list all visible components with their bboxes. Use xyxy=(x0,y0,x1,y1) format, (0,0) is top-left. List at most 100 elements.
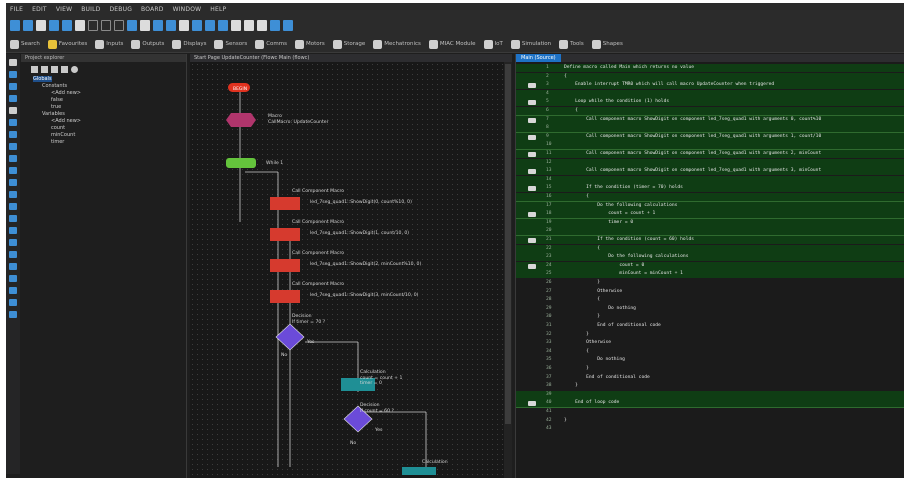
side-tool-icon[interactable] xyxy=(9,131,17,138)
call-macro-node-3[interactable] xyxy=(270,259,300,272)
code-lines[interactable]: 1 Define macro called Main which returns … xyxy=(516,64,904,478)
code-line[interactable]: 3 Enable interrupt TMR0 which will call … xyxy=(516,81,904,90)
code-line[interactable]: 34 { xyxy=(516,348,904,356)
copy-icon[interactable] xyxy=(62,20,72,31)
find-icon[interactable] xyxy=(114,20,124,31)
code-line[interactable]: 6 { xyxy=(516,107,904,115)
flowchart-scroll-thumb[interactable] xyxy=(505,64,511,424)
flowchart-scrollbar[interactable] xyxy=(504,62,512,478)
side-tool-icon[interactable] xyxy=(9,179,17,186)
code-line[interactable]: 15 If the condition (timer = 70) holds xyxy=(516,184,904,193)
code-line[interactable]: 9 Call component macro ShowDigit on comp… xyxy=(516,132,904,141)
side-tool-icon[interactable] xyxy=(9,251,17,258)
side-tool-icon[interactable] xyxy=(9,83,17,90)
code-line[interactable]: 22 { xyxy=(516,244,904,253)
toolbar-search-button[interactable]: Search xyxy=(10,39,40,49)
side-tool-icon[interactable] xyxy=(9,239,17,246)
code-line[interactable]: 30 } xyxy=(516,313,904,321)
toolbar-iot-button[interactable]: IoT xyxy=(483,39,503,49)
code-line[interactable]: 16 { xyxy=(516,193,904,201)
tree-item[interactable]: Variables xyxy=(21,111,186,118)
explorer-view-icon[interactable] xyxy=(31,65,38,73)
code-line[interactable]: 19 timer = 0 xyxy=(516,218,904,227)
code-line[interactable]: 29 Do nothing xyxy=(516,305,904,313)
toolbar-miac-module-button[interactable]: MIAC Module xyxy=(428,39,476,49)
menu-help[interactable]: HELP xyxy=(210,6,226,13)
call-macro-node-2[interactable] xyxy=(270,228,300,241)
tree-item[interactable]: <Add new> xyxy=(21,90,186,97)
tree-item[interactable]: Globals xyxy=(21,76,186,83)
code-line[interactable]: 14 xyxy=(516,175,904,184)
cut-icon[interactable] xyxy=(49,20,59,31)
menu-debug[interactable]: DEBUG xyxy=(109,6,132,13)
toolbar-shapes-button[interactable]: Shapes xyxy=(591,39,623,49)
code-line[interactable]: 26 } xyxy=(516,279,904,287)
code-line[interactable]: 2{ xyxy=(516,72,904,81)
side-tool-icon[interactable] xyxy=(9,227,17,234)
code-line[interactable]: 21 If the condition (count = 60) holds xyxy=(516,236,904,244)
flowchart-tabs[interactable]: Start Page UpdateCounter (Flowc Main (fl… xyxy=(190,54,512,62)
side-tool-icon[interactable] xyxy=(9,107,17,114)
code-line[interactable]: 42} xyxy=(516,417,904,425)
code-line[interactable]: 12 xyxy=(516,158,904,167)
explorer-list-icon[interactable] xyxy=(41,65,48,73)
redo-icon[interactable] xyxy=(101,20,111,31)
toolbar-comms-button[interactable]: Comms xyxy=(255,39,287,49)
window-icon[interactable] xyxy=(270,20,280,31)
help-icon[interactable] xyxy=(283,20,293,31)
tree-item[interactable]: count xyxy=(21,125,186,132)
code-line[interactable]: 27 Otherwise xyxy=(516,288,904,296)
paste-icon[interactable] xyxy=(75,20,85,31)
code-line[interactable]: 5 Loop while the condition (1) holds xyxy=(516,98,904,107)
code-line[interactable]: 41 xyxy=(516,408,904,416)
side-tool-icon[interactable] xyxy=(9,311,17,318)
toolbar-simulation-button[interactable]: Simulation xyxy=(510,39,551,49)
code-tab-main[interactable]: Main (Source) xyxy=(516,54,561,62)
code-line[interactable]: 31 End of conditional code xyxy=(516,322,904,330)
code-line[interactable]: 17 Do the following calculations xyxy=(516,201,904,210)
code-line[interactable]: 43 xyxy=(516,425,904,433)
code-line[interactable]: 23 Do the following calculations xyxy=(516,253,904,262)
side-tool-icon[interactable] xyxy=(9,59,17,66)
side-tool-icon[interactable] xyxy=(9,299,17,306)
flowchart-canvas[interactable]: BEGIN Macro CallMacro: UpdateCounter Whi… xyxy=(190,62,504,478)
side-tool-icon[interactable] xyxy=(9,143,17,150)
code-line[interactable]: 40 End of loop code xyxy=(516,399,904,408)
code-line[interactable]: 25 minCount = minCount + 1 xyxy=(516,270,904,279)
step-icon[interactable] xyxy=(205,20,215,31)
toolbar-displays-button[interactable]: Displays xyxy=(172,39,206,49)
zoom-in-icon[interactable] xyxy=(127,20,137,31)
loop-node[interactable] xyxy=(226,158,256,168)
code-line[interactable]: 35 Do nothing xyxy=(516,356,904,364)
tree-item[interactable]: true xyxy=(21,104,186,111)
code-line[interactable]: 1 Define macro called Main which returns … xyxy=(516,64,904,72)
toolbar-tools-button[interactable]: Tools xyxy=(559,39,584,49)
code-line[interactable]: 39 xyxy=(516,390,904,399)
code-line[interactable]: 8 xyxy=(516,124,904,133)
calculation-node-2[interactable] xyxy=(402,467,436,475)
side-tool-icon[interactable] xyxy=(9,203,17,210)
code-line[interactable]: 11 Call component macro ShowDigit on com… xyxy=(516,150,904,158)
code-line[interactable]: 37 End of conditional code xyxy=(516,374,904,382)
tree-item[interactable]: timer xyxy=(21,139,186,146)
zoom-out-icon[interactable] xyxy=(140,20,150,31)
new-file-icon[interactable] xyxy=(10,20,20,31)
side-tool-icon[interactable] xyxy=(9,263,17,270)
code-line[interactable]: 10 xyxy=(516,141,904,150)
save-icon[interactable] xyxy=(36,20,46,31)
menu-board[interactable]: BOARD xyxy=(141,6,164,13)
toolbar-favourites-button[interactable]: Favourites xyxy=(47,39,87,49)
side-tool-icon[interactable] xyxy=(9,95,17,102)
side-tool-icon[interactable] xyxy=(9,191,17,198)
menu-file[interactable]: FILE xyxy=(10,6,23,13)
toolbar-mechatronics-button[interactable]: Mechatronics xyxy=(373,39,421,49)
explorer-grid-icon[interactable] xyxy=(51,65,58,73)
code-line[interactable]: 13 Call component macro ShowDigit on com… xyxy=(516,167,904,176)
compile-icon[interactable] xyxy=(153,20,163,31)
toolbar-storage-button[interactable]: Storage xyxy=(332,39,365,49)
chip-icon[interactable] xyxy=(231,20,241,31)
pause-icon[interactable] xyxy=(179,20,189,31)
call-macro-node-4[interactable] xyxy=(270,290,300,303)
tree-item[interactable]: Constants xyxy=(21,83,186,90)
explorer-settings-icon[interactable] xyxy=(71,65,78,73)
